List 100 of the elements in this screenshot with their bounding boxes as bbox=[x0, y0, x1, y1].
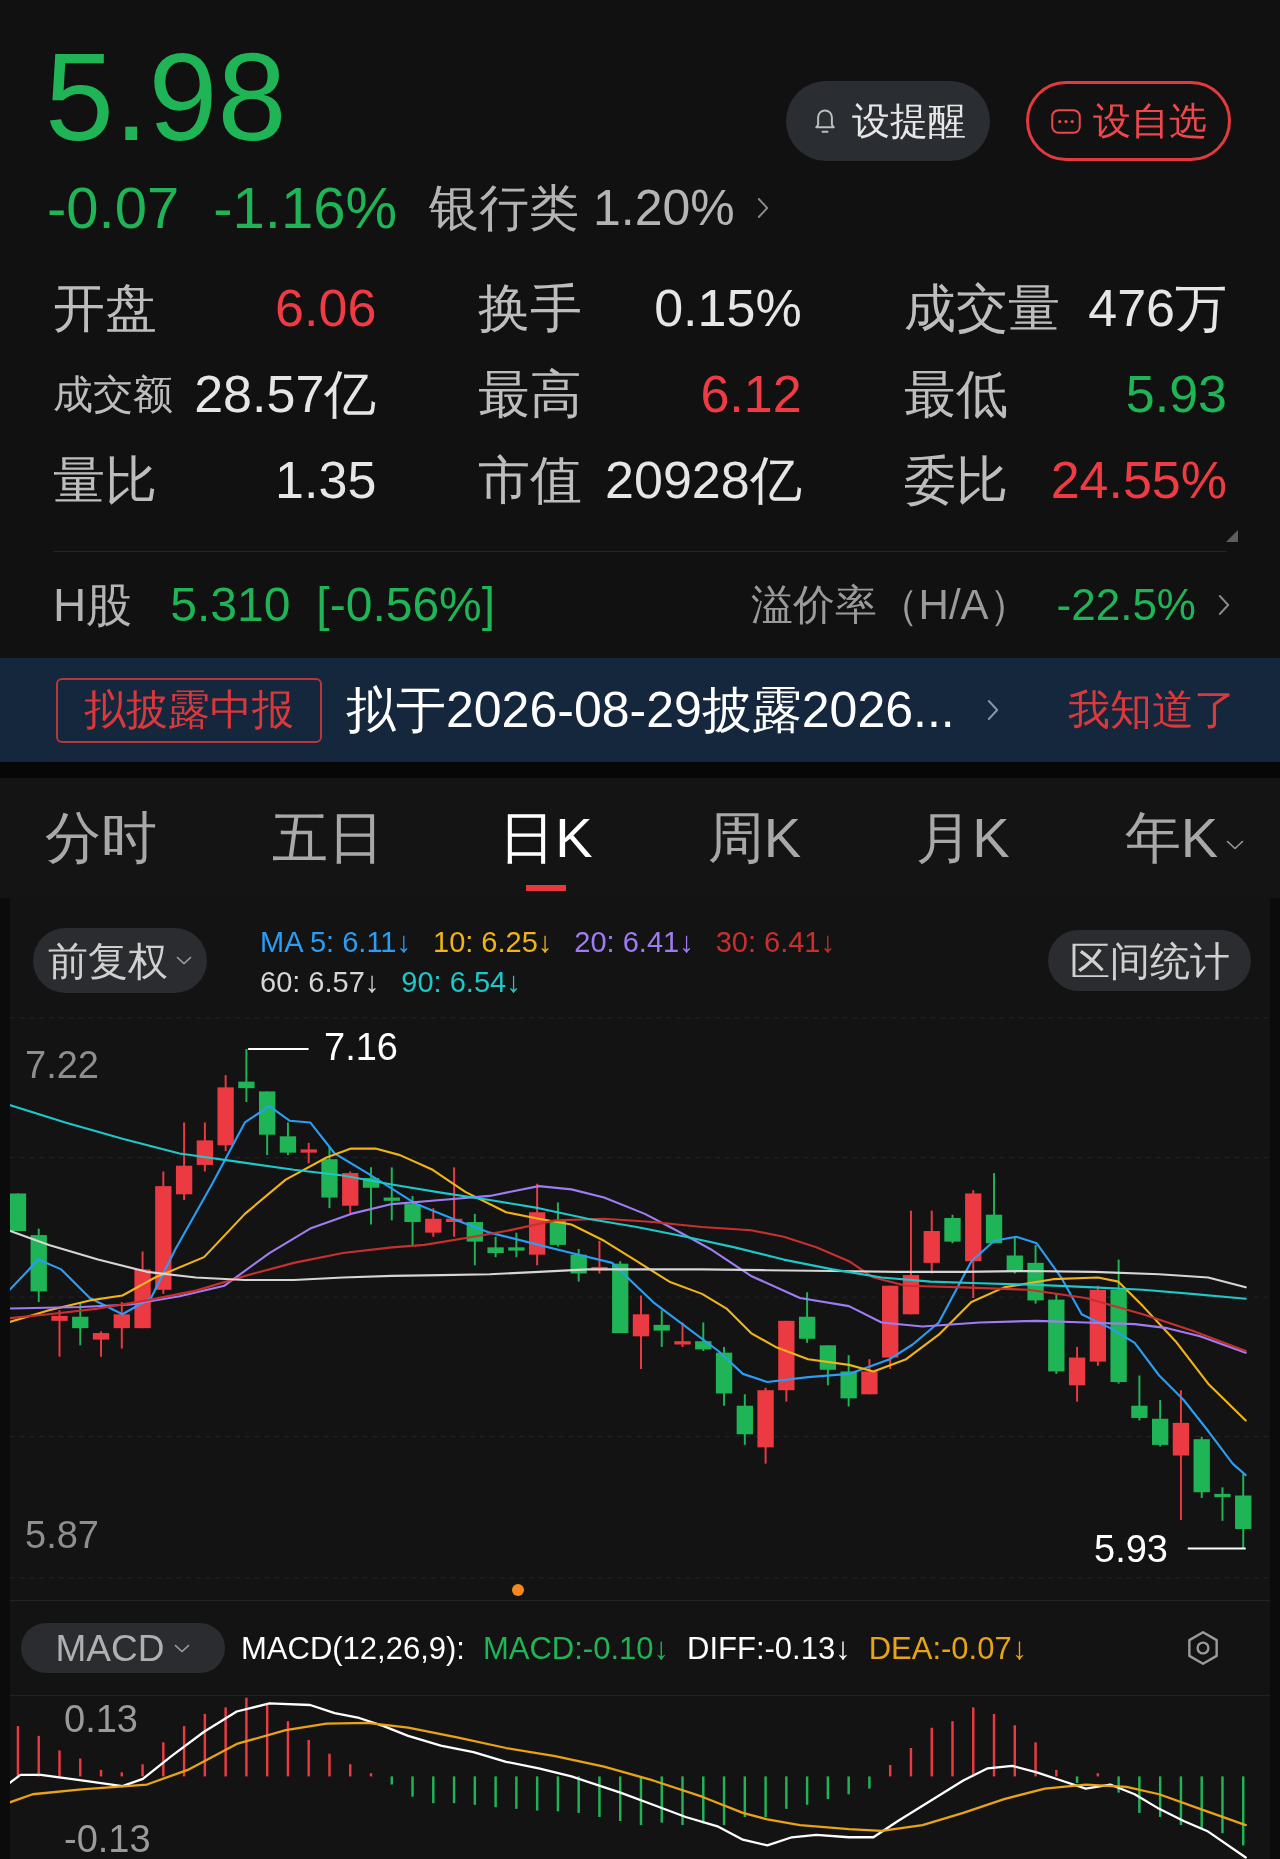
leader-line bbox=[247, 1048, 310, 1050]
indicator-value: DEA:-0.07↓ bbox=[868, 1632, 1028, 1664]
macd-bar bbox=[79, 1758, 82, 1777]
range-stats-button[interactable]: 区间统计 bbox=[1048, 930, 1251, 991]
candle bbox=[1131, 1374, 1148, 1422]
stat-value: 20928亿 bbox=[605, 454, 802, 506]
macd-bar bbox=[785, 1776, 788, 1809]
macd-bar bbox=[1034, 1742, 1037, 1777]
macd-bar bbox=[1242, 1776, 1245, 1846]
settings-icon[interactable] bbox=[1185, 1630, 1221, 1666]
stat-label: 成交量 bbox=[903, 282, 1060, 334]
h-share-price: 5.310 bbox=[170, 581, 291, 629]
macd-bar bbox=[369, 1773, 373, 1777]
macd-bar bbox=[1138, 1776, 1141, 1813]
macd-bar bbox=[328, 1753, 331, 1777]
stat-label: 开盘 bbox=[53, 282, 157, 334]
candle bbox=[445, 1166, 463, 1238]
candle bbox=[861, 1358, 878, 1396]
candle bbox=[279, 1121, 297, 1157]
macd-bar bbox=[847, 1776, 850, 1795]
macd-bar bbox=[37, 1735, 40, 1777]
candle bbox=[238, 1048, 255, 1103]
stat-label: 最高 bbox=[478, 368, 583, 420]
stat-value: 0.15% bbox=[654, 282, 802, 334]
period-tab[interactable]: 五日 bbox=[272, 778, 385, 898]
premium-value: -22.5% bbox=[1056, 583, 1196, 627]
ma-legend-item: 20: 6.41↓ bbox=[574, 925, 694, 960]
stat-value: 1.35 bbox=[275, 454, 377, 506]
candle bbox=[321, 1145, 338, 1210]
candle bbox=[1152, 1399, 1169, 1448]
adjust-dropdown[interactable]: 前复权 bbox=[33, 928, 207, 993]
candle bbox=[695, 1321, 712, 1352]
stat-value: 28.57亿 bbox=[194, 368, 377, 420]
notice-text: 拟于2026-08-29披露2026... bbox=[346, 685, 955, 735]
notice-tag: 拟披露中报 bbox=[56, 677, 322, 743]
sector-link[interactable]: 银行类 1.20% bbox=[429, 183, 769, 233]
macd-bar bbox=[349, 1764, 352, 1777]
indicator-value: DIFF:-0.13↓ bbox=[687, 1632, 851, 1664]
indicator-dropdown[interactable]: MACD bbox=[21, 1623, 225, 1673]
macd-bar bbox=[972, 1707, 975, 1777]
stat-label: 换手 bbox=[478, 282, 583, 334]
candle bbox=[404, 1194, 421, 1246]
macd-bar bbox=[1158, 1776, 1162, 1817]
leader-line bbox=[1186, 1547, 1247, 1550]
candle bbox=[383, 1166, 400, 1222]
macd-bar bbox=[16, 1726, 20, 1777]
candle bbox=[1214, 1486, 1231, 1522]
macd-bar bbox=[515, 1776, 518, 1809]
macd-bar bbox=[390, 1776, 393, 1785]
period-tab[interactable]: 周K bbox=[707, 778, 802, 898]
percent-change: -1.16% bbox=[213, 179, 397, 237]
macd-bar bbox=[619, 1776, 622, 1822]
macd-bar bbox=[535, 1776, 539, 1811]
macd-bar bbox=[598, 1776, 601, 1817]
candle bbox=[840, 1354, 857, 1408]
candle bbox=[549, 1201, 567, 1248]
macd-bar bbox=[1075, 1776, 1079, 1783]
chevron-right-icon bbox=[756, 196, 769, 220]
h-share-change: [-0.56%] bbox=[316, 581, 496, 629]
candle bbox=[487, 1235, 504, 1259]
candle bbox=[715, 1345, 733, 1407]
period-tab[interactable]: 日K bbox=[499, 778, 593, 898]
add-watchlist-button[interactable]: 设自选 bbox=[1026, 81, 1231, 161]
macd-bar bbox=[473, 1776, 477, 1805]
candle bbox=[1193, 1435, 1210, 1499]
candle bbox=[1006, 1235, 1023, 1275]
candle bbox=[674, 1321, 691, 1348]
price-change: -0.07 bbox=[47, 179, 180, 237]
high-price-label: 7.16 bbox=[324, 1028, 398, 1066]
candle bbox=[362, 1166, 380, 1226]
macd-bar bbox=[1117, 1776, 1120, 1793]
candle bbox=[798, 1291, 816, 1344]
candle bbox=[736, 1393, 753, 1446]
period-tab[interactable]: 月K bbox=[916, 778, 1010, 898]
candle bbox=[300, 1141, 317, 1165]
macd-bar bbox=[120, 1772, 123, 1777]
macd-bar bbox=[722, 1776, 726, 1826]
candle bbox=[1027, 1243, 1044, 1305]
macd-bar bbox=[1096, 1773, 1100, 1777]
h-share-label: H股 bbox=[53, 582, 133, 628]
ma-legend-item: 60: 6.57↓ bbox=[260, 965, 380, 1000]
period-tab[interactable]: 年K bbox=[1124, 778, 1244, 898]
macd-bar bbox=[826, 1776, 830, 1800]
chevron-right-icon bbox=[1218, 592, 1230, 618]
ma-legend-item: 30: 6.41↓ bbox=[715, 925, 835, 960]
macd-bar bbox=[743, 1776, 747, 1817]
macd-bar bbox=[1221, 1776, 1224, 1834]
set-alert-button[interactable]: 设提醒 bbox=[786, 81, 990, 161]
macd-bar bbox=[494, 1776, 497, 1808]
candle bbox=[196, 1121, 214, 1173]
macd-bar bbox=[909, 1748, 913, 1777]
candle bbox=[259, 1090, 276, 1157]
dots-square-icon bbox=[1050, 108, 1081, 134]
macd-bar bbox=[452, 1776, 456, 1804]
period-tab[interactable]: 分时 bbox=[45, 778, 157, 898]
stat-value: 6.06 bbox=[275, 282, 377, 334]
candle bbox=[72, 1301, 89, 1347]
ma-legend-item: MA 5: 6.11↓ bbox=[260, 925, 411, 960]
macd-bar bbox=[1200, 1776, 1203, 1830]
macd-bar bbox=[1013, 1725, 1016, 1777]
